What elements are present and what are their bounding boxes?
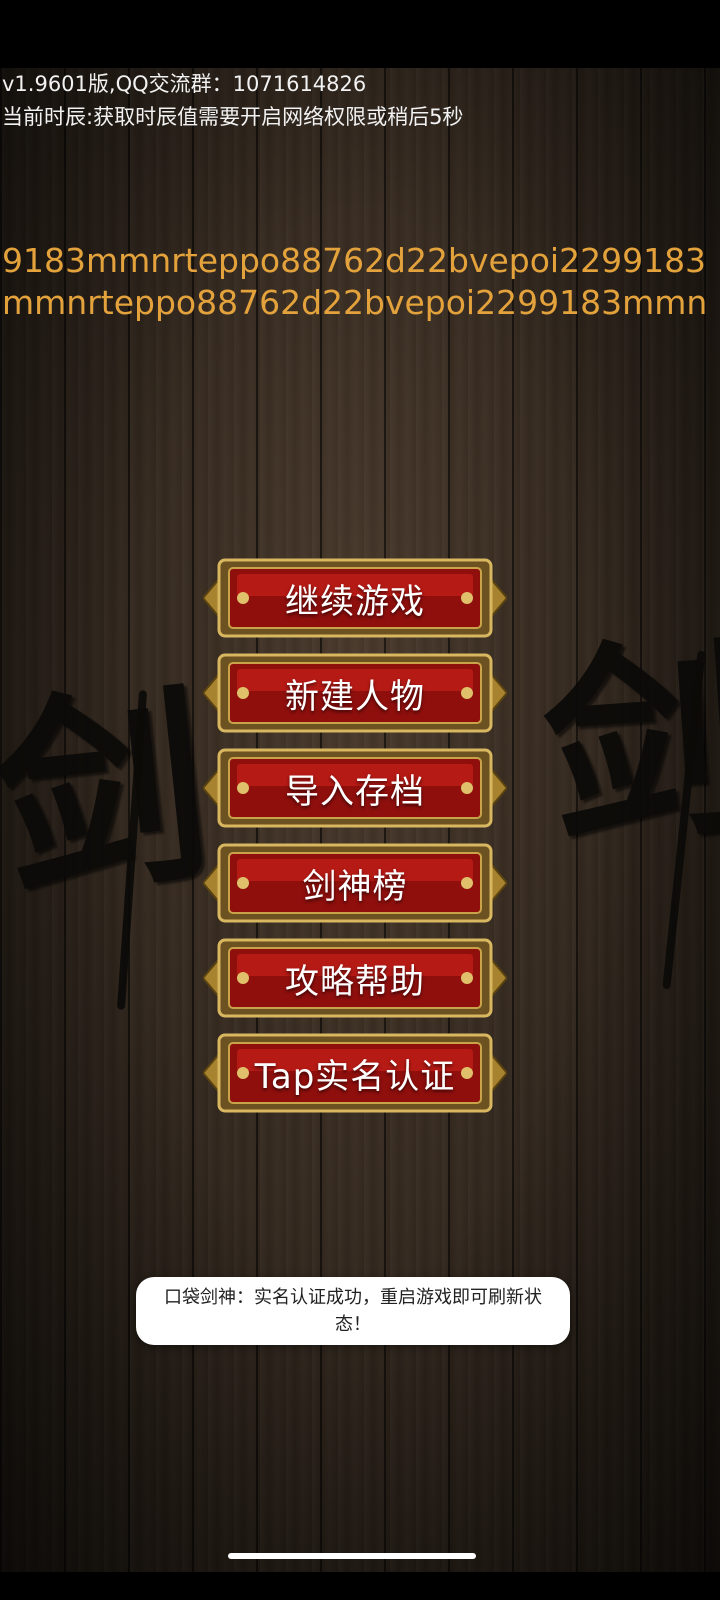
tap-verification-button[interactable]: Tap实名认证 <box>203 1033 507 1113</box>
home-indicator[interactable] <box>228 1553 476 1559</box>
new-character-button[interactable]: 新建人物 <box>203 653 507 733</box>
continue-game-label: 继续游戏 <box>285 581 425 622</box>
version-info: v1.9601版,QQ交流群：1071614826 <box>2 72 367 96</box>
tap-verification-label: Tap实名认证 <box>254 1056 456 1097</box>
code-text: 9183mmnrteppo88762d22bvepoi2299183mmnrte… <box>2 241 708 322</box>
status-bar <box>0 0 720 68</box>
import-save-label: 导入存档 <box>285 771 425 812</box>
import-save-button[interactable]: 导入存档 <box>203 748 507 828</box>
leaderboard-label: 剑神榜 <box>302 866 408 907</box>
toast-message: 口袋剑神：实名认证成功，重启游戏即可刷新状态！ <box>164 1287 542 1335</box>
leaderboard-button[interactable]: 剑神榜 <box>203 843 507 923</box>
sword-calligraphy-left: 剑 <box>0 660 221 929</box>
continue-game-button[interactable]: 继续游戏 <box>203 558 507 638</box>
guide-help-button[interactable]: 攻略帮助 <box>203 938 507 1018</box>
toast-notification: 口袋剑神：实名认证成功，重启游戏即可刷新状态！ <box>136 1277 570 1345</box>
new-character-label: 新建人物 <box>285 676 425 717</box>
time-info: 当前时辰:获取时辰值需要开启网络权限或稍后5秒 <box>2 105 464 129</box>
guide-help-label: 攻略帮助 <box>285 961 425 1002</box>
navigation-bar <box>0 1572 720 1600</box>
